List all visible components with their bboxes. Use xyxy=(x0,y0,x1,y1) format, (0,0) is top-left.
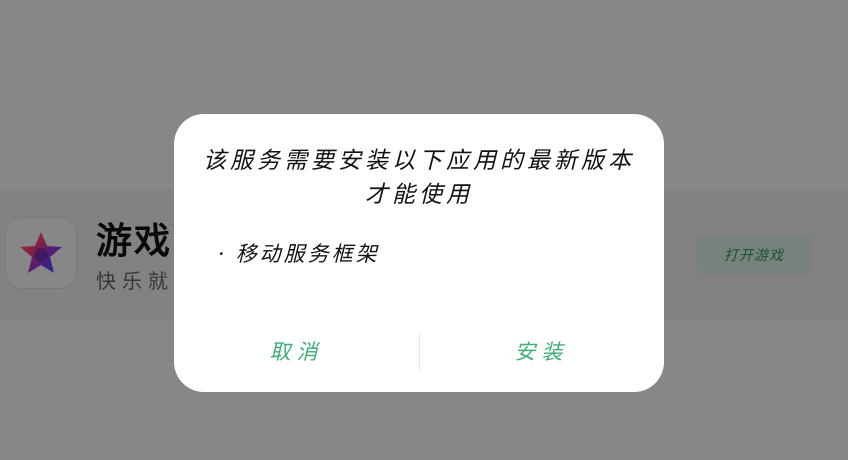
dialog-message: 该服务需要安装以下应用的最新版本才能使用 xyxy=(203,148,635,208)
list-bullet: · xyxy=(218,242,228,266)
cancel-button[interactable]: 取消 xyxy=(174,326,419,376)
screen: 游戏 快乐就 打开游戏 该服务需要安装以下应用的最新版本才能使用 · 移动服务框架… xyxy=(0,0,848,460)
dialog-actions: 取消 安装 xyxy=(174,326,664,376)
required-app-item: · 移动服务框架 xyxy=(218,238,380,268)
required-app-name: 移动服务框架 xyxy=(235,242,380,266)
install-required-dialog: 该服务需要安装以下应用的最新版本才能使用 · 移动服务框架 取消 安装 xyxy=(174,114,664,392)
install-button[interactable]: 安装 xyxy=(419,326,664,376)
